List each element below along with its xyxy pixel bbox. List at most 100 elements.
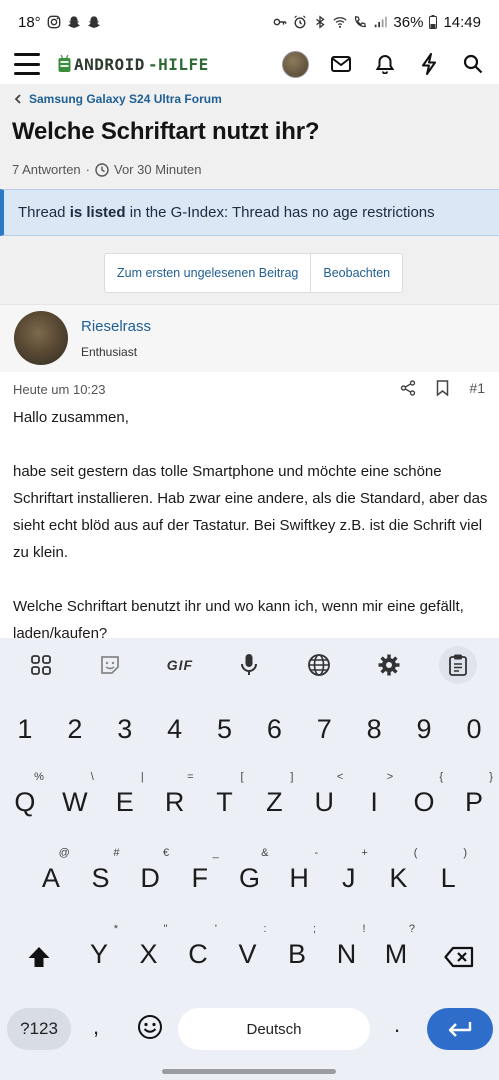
user-avatar[interactable] — [282, 50, 309, 78]
meta-separator: · — [85, 162, 90, 177]
key-6[interactable]: 6 — [251, 704, 297, 754]
key-8[interactable]: 8 — [351, 704, 397, 754]
enter-arrow-icon — [448, 1022, 472, 1037]
key-j[interactable]: J + — [326, 847, 372, 903]
gif-button[interactable]: GIF — [161, 646, 199, 684]
globe-icon[interactable] — [300, 646, 338, 684]
key-k[interactable]: K( — [375, 847, 421, 903]
gesture-bar[interactable] — [162, 1069, 336, 1074]
post-content: Hallo zusammen, habe seit gestern das to… — [13, 404, 489, 647]
key-w[interactable]: W \ — [52, 771, 98, 827]
share-icon[interactable] — [400, 380, 416, 396]
backspace-key[interactable] — [440, 940, 478, 974]
key-label: Q — [14, 786, 36, 817]
period-key[interactable]: . — [394, 1012, 400, 1038]
key-secondary-label: - — [314, 847, 319, 859]
key-m[interactable]: M? — [373, 923, 419, 979]
key-n[interactable]: N! — [324, 923, 370, 979]
hamburger-menu-icon[interactable] — [14, 53, 40, 75]
key-y[interactable]: Y * — [76, 923, 122, 979]
key-4[interactable]: 4 — [152, 704, 198, 754]
shift-arrow-icon — [28, 947, 50, 967]
key-c[interactable]: C ' — [175, 923, 221, 979]
key-secondary-label: # — [113, 847, 120, 859]
key-t[interactable]: T[ — [202, 771, 248, 827]
key-a[interactable]: A @ — [28, 847, 74, 903]
search-icon[interactable] — [461, 52, 485, 76]
author-name[interactable]: Rieselrass — [81, 318, 151, 335]
key-secondary-label: } — [489, 771, 493, 783]
post-number[interactable]: #1 — [469, 380, 485, 396]
key-label: 8 — [366, 713, 382, 744]
key-secondary-label: ; — [312, 923, 316, 935]
key-secondary-label: { — [439, 771, 444, 783]
clipboard-icon[interactable] — [439, 646, 478, 684]
call-icon — [355, 16, 367, 28]
comma-key[interactable]: , — [93, 1014, 99, 1040]
key-d[interactable]: D € — [127, 847, 173, 903]
key-secondary-label: ) — [463, 847, 468, 859]
key-9[interactable]: 9 — [401, 704, 447, 754]
symbols-key[interactable]: ?123 — [7, 1008, 71, 1050]
post-paragraph: Hallo zusammen, — [13, 409, 129, 426]
apps-grid-icon[interactable] — [22, 646, 60, 684]
key-label: L — [440, 862, 456, 893]
key-3[interactable]: 3 — [102, 704, 148, 754]
post-date[interactable]: Heute um 10:23 — [13, 382, 106, 397]
shift-key[interactable] — [22, 940, 56, 974]
key-f[interactable]: F _ — [177, 847, 223, 903]
key-7[interactable]: 7 — [301, 704, 347, 754]
emoji-icon[interactable] — [137, 1014, 163, 1040]
lightning-icon[interactable] — [417, 52, 441, 76]
author-avatar[interactable] — [14, 311, 68, 365]
snapchat-icon — [67, 16, 80, 28]
battery-level: 36% — [393, 13, 424, 31]
first-unread-button[interactable]: Zum ersten ungelesenen Beitrag — [105, 254, 310, 292]
key-z[interactable]: Z] — [251, 771, 297, 827]
key-secondary-label: | — [140, 771, 144, 783]
key-2[interactable]: 2 — [52, 704, 98, 754]
key-u[interactable]: U < — [301, 771, 347, 827]
wifi-icon — [333, 17, 348, 28]
microphone-icon[interactable] — [230, 646, 268, 684]
key-1[interactable]: 1 — [2, 704, 48, 754]
snapchat-icon — [87, 16, 100, 28]
key-o[interactable]: O{ — [401, 771, 447, 827]
key-label: P — [464, 786, 483, 817]
reply-count: 7 Antworten — [12, 162, 81, 177]
breadcrumb-forum-link[interactable]: Samsung Galaxy S24 Ultra Forum — [29, 92, 222, 106]
enter-key[interactable] — [427, 1008, 493, 1050]
keyboard-number-row: 1 2 3 4 5 6 7 8 9 0 — [0, 704, 499, 754]
key-l[interactable]: L) — [425, 847, 471, 903]
key-label: 9 — [416, 713, 432, 744]
key-q[interactable]: Q% — [2, 771, 48, 827]
key-icon — [274, 18, 287, 26]
key-v[interactable]: V: — [225, 923, 271, 979]
key-secondary-label: ' — [214, 923, 217, 935]
watch-button[interactable]: Beobachten — [310, 254, 402, 292]
key-h[interactable]: H- — [276, 847, 322, 903]
key-x[interactable]: X " — [126, 923, 172, 979]
key-g[interactable]: G & — [226, 847, 272, 903]
key-5[interactable]: 5 — [202, 704, 248, 754]
key-e[interactable]: E | — [102, 771, 148, 827]
sticker-icon[interactable] — [91, 646, 129, 684]
settings-gear-icon[interactable] — [370, 646, 408, 684]
key-0[interactable]: 0 — [451, 704, 497, 754]
notice-prefix: Thread — [18, 204, 70, 221]
mail-icon[interactable] — [329, 52, 353, 76]
bookmark-icon[interactable] — [436, 380, 449, 396]
key-p[interactable]: P} — [451, 771, 497, 827]
bell-icon[interactable] — [373, 52, 397, 76]
key-secondary-label: \ — [90, 771, 94, 783]
key-b[interactable]: B; — [274, 923, 320, 979]
key-label: M — [384, 938, 408, 969]
space-key[interactable]: Deutsch — [178, 1008, 370, 1050]
key-secondary-label: ] — [290, 771, 294, 783]
key-s[interactable]: S # — [77, 847, 123, 903]
site-logo[interactable]: ANDROID -HILFE — [58, 55, 209, 74]
breadcrumb[interactable]: Samsung Galaxy S24 Ultra Forum — [14, 92, 222, 106]
key-i[interactable]: I > — [351, 771, 397, 827]
key-r[interactable]: R = — [152, 771, 198, 827]
bluetooth-icon — [316, 15, 326, 29]
